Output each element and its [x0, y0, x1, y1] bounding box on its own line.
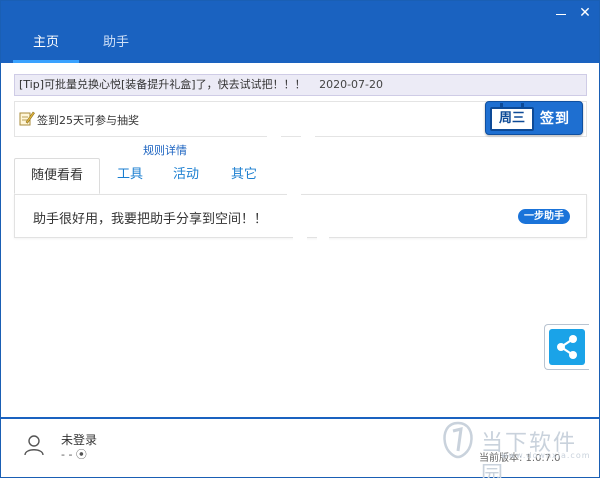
pen-icon — [19, 111, 35, 126]
tip-banner[interactable]: [Tip]可批量兑换心悦[装备提升礼盒]了，快去试试把！！！ 2020-07-2… — [14, 74, 587, 96]
brand-logo-icon — [443, 421, 473, 459]
rules-detail-link[interactable]: 规则详情 — [143, 142, 187, 158]
tab-home[interactable]: 主页 — [13, 25, 79, 63]
tab-tools[interactable]: 工具 — [110, 158, 150, 194]
title-bar[interactable]: ✕ — [1, 1, 599, 25]
close-button[interactable]: ✕ — [575, 3, 595, 23]
tip-text: [Tip]可批量兑换心悦[装备提升礼盒]了，快去试试把！！！ — [19, 78, 306, 91]
tab-activity[interactable]: 活动 — [166, 158, 206, 194]
tip-date: 2020-07-20 — [319, 78, 384, 91]
tab-random[interactable]: 随便看看 — [14, 158, 100, 194]
one-step-helper-button[interactable]: 一步助手 — [518, 209, 570, 224]
app-window: ✕ 主页 助手 [Tip]可批量兑换心悦[装备提升礼盒]了，快去试试把！！！ 2… — [0, 0, 600, 478]
brand-url: www.downxia.com — [501, 451, 591, 460]
calendar-icon: 周三 — [490, 103, 534, 131]
brand-watermark: 当下软件园 www.downxia.com — [441, 419, 591, 478]
main-nav: 主页 助手 — [1, 25, 599, 63]
user-icon[interactable] — [23, 434, 45, 456]
share-card-text: 助手很好用，我要把助手分享到空间！！ — [33, 212, 268, 227]
checkin-label: 签到 — [540, 111, 570, 127]
sign-info-text: 签到25天可参与抽奖 — [37, 114, 139, 127]
share-side-button[interactable] — [544, 324, 589, 370]
tab-helper[interactable]: 助手 — [83, 25, 149, 63]
minimize-button[interactable] — [551, 3, 571, 23]
weekday-label: 周三 — [498, 111, 525, 126]
share-icon — [549, 329, 585, 365]
tab-other[interactable]: 其它 — [224, 158, 264, 194]
login-sub-status: - - ⦿ — [61, 448, 87, 461]
checkin-button[interactable]: 周三 签到 — [485, 101, 583, 135]
